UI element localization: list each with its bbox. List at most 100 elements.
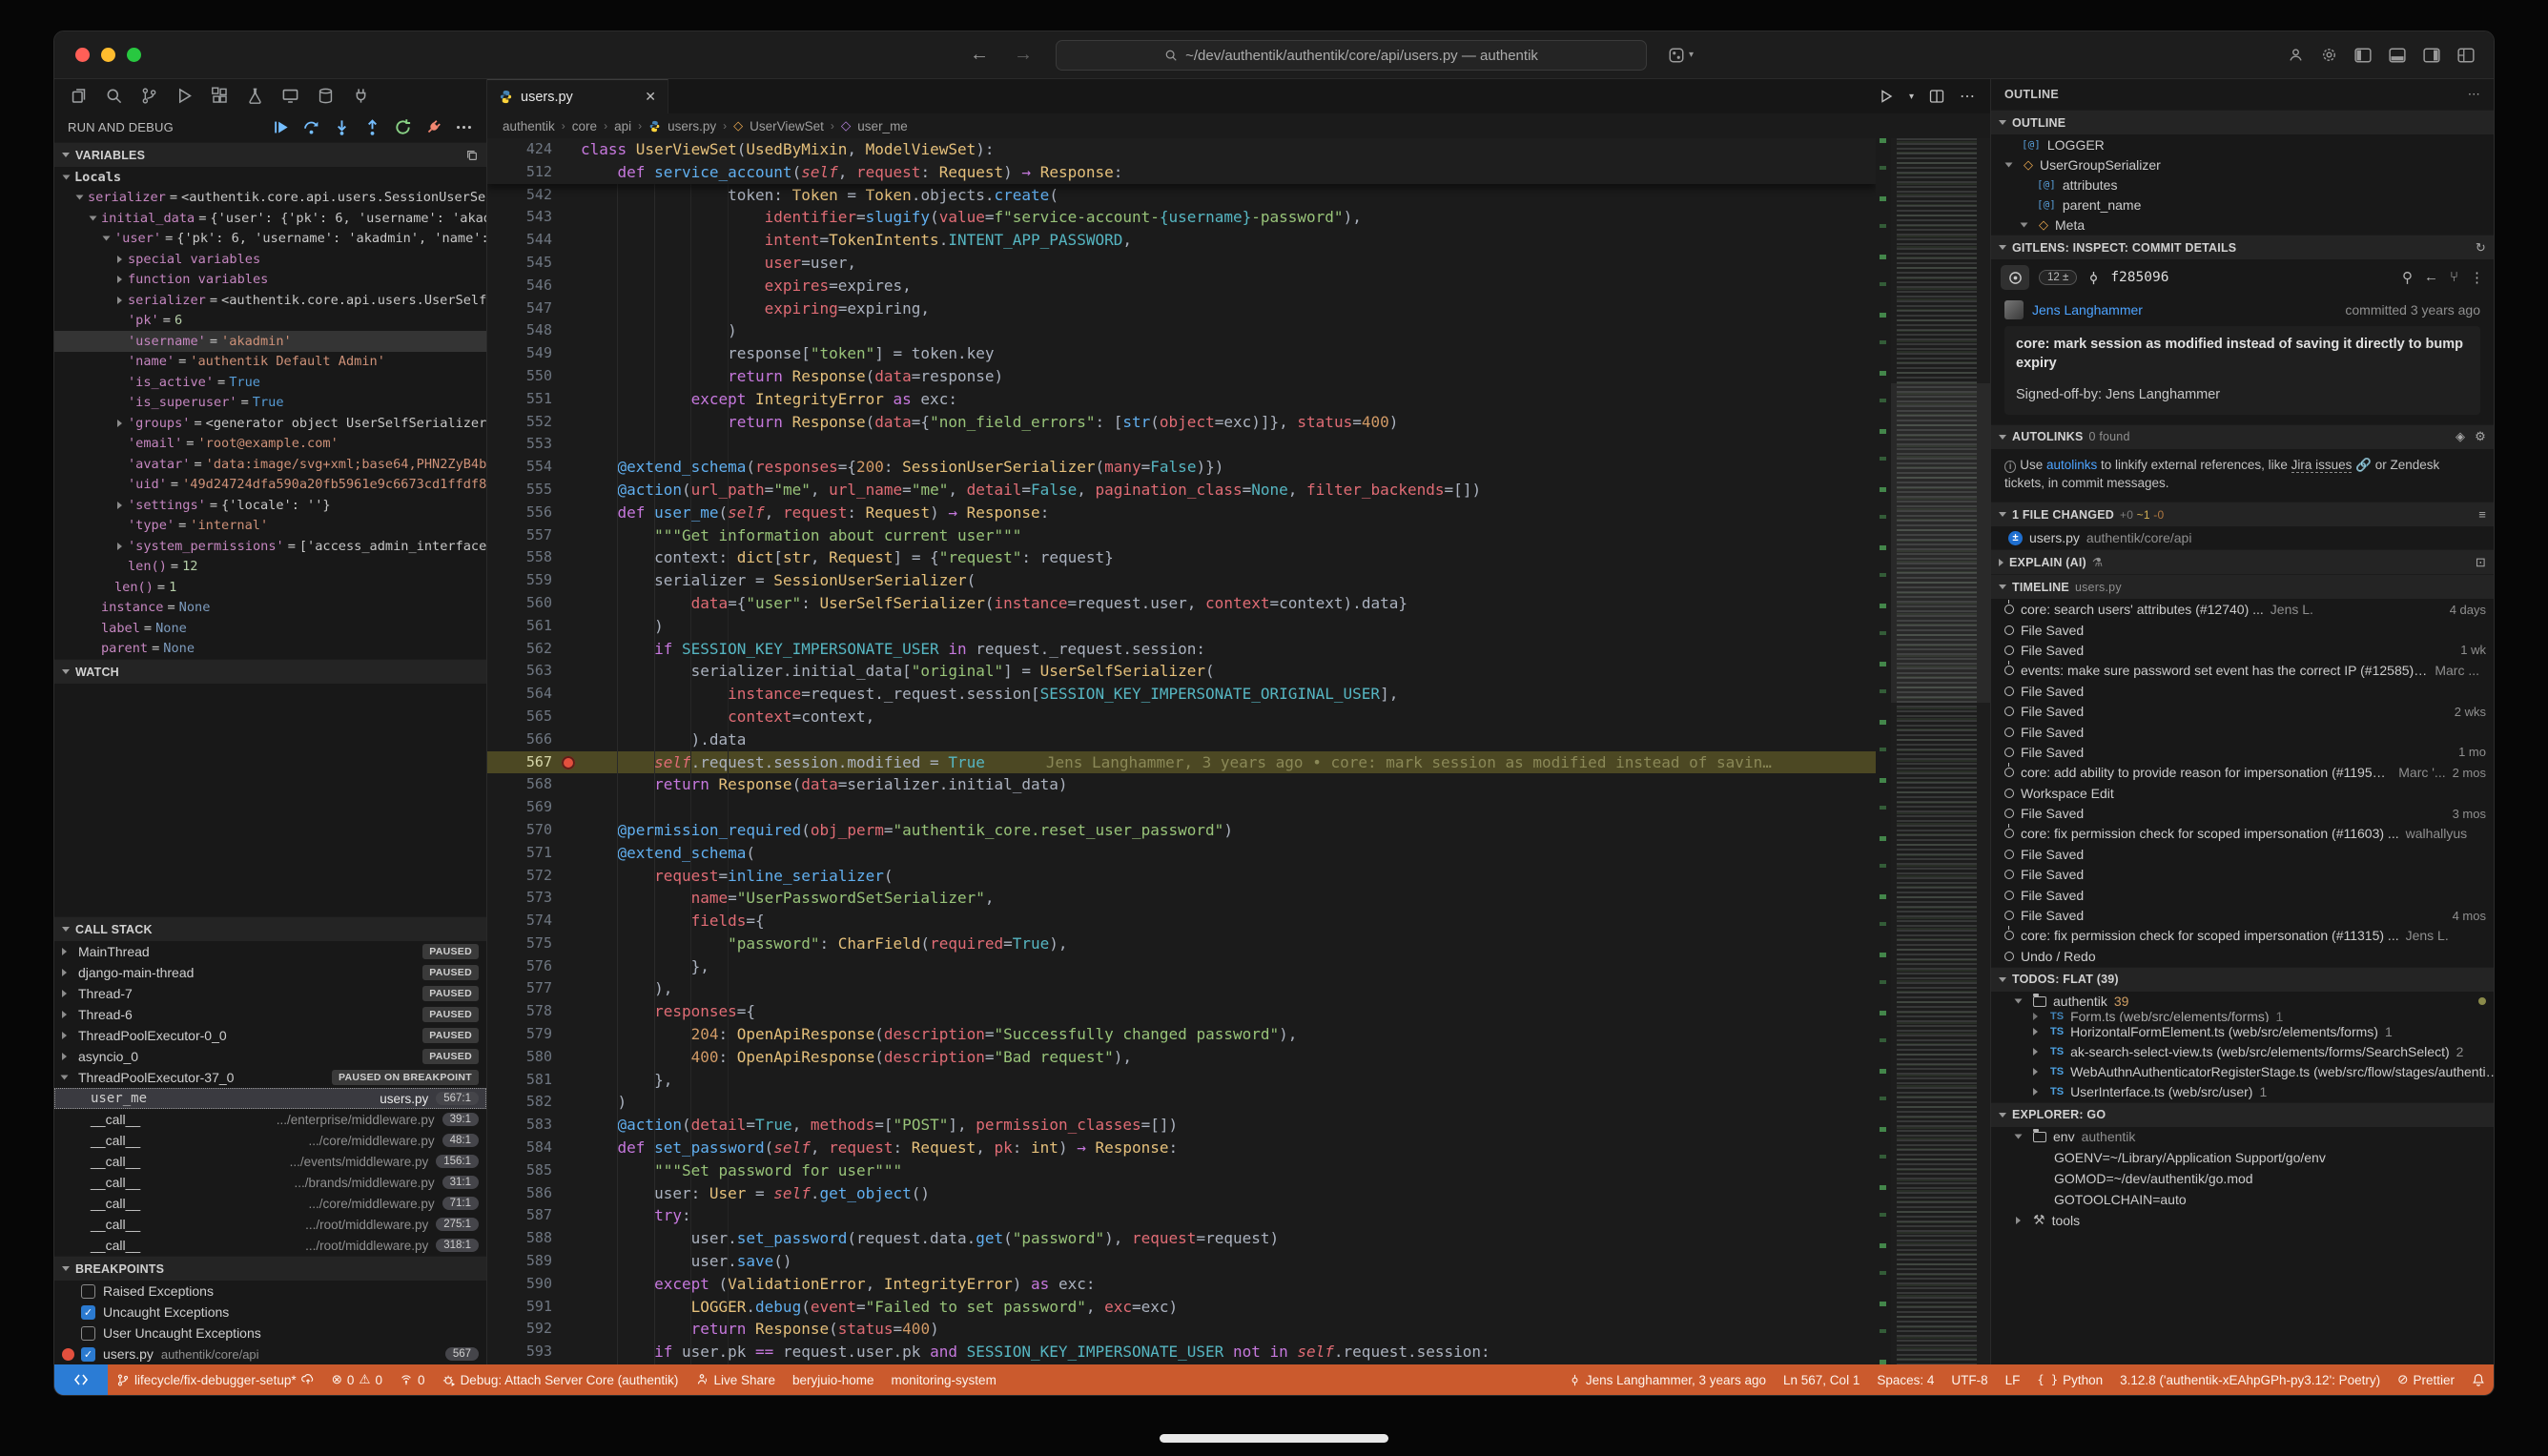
timeline-item[interactable]: File Saved2 wks [1991, 701, 2494, 721]
commit-sha[interactable]: f285096 [2110, 270, 2168, 285]
todos-file-row[interactable]: TSHorizontalFormElement.ts (web/src/elem… [1991, 1022, 2494, 1042]
timeline-item[interactable]: File Saved [1991, 620, 2494, 640]
expand-chevron-icon[interactable] [2015, 1135, 2023, 1139]
toggle-primary-sidebar-icon[interactable] [2354, 48, 2372, 63]
cursor-position-status[interactable]: Ln 567, Col 1 [1775, 1364, 1868, 1395]
timeline-item[interactable]: Workspace Edit [1991, 783, 2494, 803]
gutter[interactable] [556, 479, 581, 502]
copy-icon[interactable] [465, 149, 479, 162]
gutter[interactable] [556, 592, 581, 615]
expand-chevron-icon[interactable] [2033, 1068, 2038, 1076]
expand-chevron-icon[interactable] [117, 502, 122, 509]
extensions-icon[interactable] [205, 83, 234, 108]
variable-row[interactable]: 'user'={'pk': 6, 'username': 'akadmin', … [54, 229, 486, 250]
commit-author-link[interactable]: Jens Langhammer [2032, 302, 2143, 318]
indentation-status[interactable]: Spaces: 4 [1868, 1364, 1942, 1395]
account-icon[interactable] [2288, 47, 2304, 63]
timeline-item[interactable]: File Saved [1991, 681, 2494, 701]
explain-ai-section-header[interactable]: EXPLAIN (AI) ⚗ ⊡ [1991, 549, 2494, 574]
settings-gear-icon[interactable] [2321, 47, 2337, 63]
blame-status[interactable]: Jens Langhammer, 3 years ago [1560, 1364, 1775, 1395]
call-stack-thread[interactable]: Thread-6PAUSED [54, 1004, 486, 1025]
remote-explorer-icon[interactable] [276, 83, 304, 108]
files-icon[interactable] [64, 83, 92, 108]
watch-section-header[interactable]: WATCH [54, 659, 486, 684]
live-share-status[interactable]: Live Share [687, 1364, 784, 1395]
todos-file-row[interactable]: TSForm.ts (web/src/elements/forms)1 [1991, 1012, 2494, 1022]
variable-row[interactable]: 'settings'={'locale': ''} [54, 495, 486, 516]
command-center-search[interactable]: ~/dev/authentik/authentik/core/api/users… [1056, 40, 1647, 71]
expand-chevron-icon[interactable] [117, 256, 122, 263]
expand-chevron-icon[interactable] [103, 236, 111, 241]
pin-icon[interactable]: ⚲ [2402, 269, 2413, 286]
timeline-item[interactable]: File Saved1 wk [1991, 640, 2494, 660]
database-icon[interactable] [311, 83, 339, 108]
timeline-item[interactable]: File Saved [1991, 885, 2494, 905]
timeline-item[interactable]: events: make sure password set event has… [1991, 661, 2494, 681]
expand-chevron-icon[interactable] [117, 420, 122, 427]
gutter[interactable] [556, 342, 581, 365]
gutter[interactable] [556, 1182, 581, 1205]
call-stack-frame[interactable]: user_meusers.py567:1 [54, 1088, 486, 1109]
timeline-item[interactable]: core: fix permission check for scoped im… [1991, 926, 2494, 946]
breadcrumb[interactable]: authentik›core›api›users.py›◇UserViewSet… [487, 113, 1990, 138]
gutter[interactable] [556, 1227, 581, 1250]
testing-icon[interactable] [240, 83, 269, 108]
gutter[interactable] [556, 706, 581, 728]
autolinks-section-header[interactable]: AUTOLINKS 0 found ◈⚙ [1991, 424, 2494, 449]
timeline-item[interactable]: core: add ability to provide reason for … [1991, 763, 2494, 783]
history-back-icon[interactable]: ← [970, 44, 989, 66]
variable-row[interactable]: 'pk'=6 [54, 311, 486, 332]
call-stack-thread[interactable]: django-main-threadPAUSED [54, 962, 486, 983]
timeline-item[interactable]: File Saved3 mos [1991, 803, 2494, 823]
gutter[interactable] [556, 1114, 581, 1137]
debug-session-status[interactable]: Debug: Attach Server Core (authentik) [434, 1364, 688, 1395]
variable-row[interactable]: serializer=<authentik.core.api.users.Use… [54, 290, 486, 311]
code-editor[interactable]: 424class UserViewSet(UsedByMixin, ModelV… [487, 138, 1876, 1364]
call-stack-thread[interactable]: MainThreadPAUSED [54, 941, 486, 962]
breakpoint-row[interactable]: User Uncaught Exceptions [54, 1323, 486, 1343]
variable-row[interactable]: initial_data={'user': {'pk': 6, 'usernam… [54, 208, 486, 229]
go-tools-row[interactable]: ⚒tools [1991, 1210, 2494, 1231]
kebab-menu-icon[interactable]: ⋮ [2470, 269, 2484, 286]
gutter[interactable] [556, 252, 581, 275]
expand-chevron-icon[interactable] [2033, 1088, 2038, 1096]
toggle-panel-icon[interactable] [2389, 48, 2406, 63]
gutter[interactable] [556, 638, 581, 661]
breadcrumb-item-UserViewSet[interactable]: UserViewSet [750, 119, 824, 133]
continue-icon[interactable] [272, 118, 290, 136]
view-as-tree-icon[interactable]: ≡ [2478, 507, 2486, 522]
variable-row[interactable]: instance=None [54, 598, 486, 619]
call-stack-frame[interactable]: __call__.../events/middleware.py156:1 [54, 1151, 486, 1172]
graph-icon[interactable]: ⑂ [2450, 269, 2458, 286]
gutter[interactable] [556, 1204, 581, 1227]
breadcrumb-item-user_me[interactable]: user_me [857, 119, 908, 133]
restart-icon[interactable] [394, 118, 412, 136]
gutter[interactable] [556, 524, 581, 547]
gutter[interactable] [556, 161, 581, 184]
todos-root-row[interactable]: authentik39 [1991, 992, 2494, 1012]
back-icon[interactable]: ← [2424, 269, 2438, 286]
timeline-item[interactable]: core: fix permission check for scoped im… [1991, 824, 2494, 844]
editor-more-actions-icon[interactable]: ⋯ [1960, 87, 1975, 106]
customize-layout-icon[interactable] [2457, 48, 2475, 63]
outline-item[interactable]: [@]attributes [1991, 174, 2494, 195]
variable-row[interactable]: 'system_permissions'=['access_admin_inte… [54, 536, 486, 557]
expand-chevron-icon[interactable] [62, 1011, 67, 1018]
panel-more-actions-icon[interactable]: ⋯ [2468, 87, 2480, 102]
variable-row[interactable]: special variables [54, 249, 486, 270]
timeline-item[interactable]: core: search users' attributes (#12740) … [1991, 599, 2494, 619]
go-env-var-row[interactable]: GOMOD=~/dev/authentik/go.mod [1991, 1168, 2494, 1189]
breadcrumb-item-authentik[interactable]: authentik [503, 119, 555, 133]
expand-chevron-icon[interactable] [117, 276, 122, 283]
variable-row[interactable]: 'is_active'=True [54, 372, 486, 393]
gutter[interactable] [556, 683, 581, 706]
timeline-section-header[interactable]: TIMELINE users.py [1991, 574, 2494, 599]
call-stack-frame[interactable]: __call__.../brands/middleware.py31:1 [54, 1172, 486, 1193]
gutter[interactable] [556, 206, 581, 229]
split-editor-icon[interactable] [1929, 89, 1944, 104]
tab-users-py[interactable]: users.py ✕ [487, 79, 668, 113]
changed-file-row[interactable]: ± users.py authentik/core/api [1991, 526, 2494, 549]
breadcrumb-item-userspy[interactable]: users.py [668, 119, 716, 133]
gutter[interactable] [556, 728, 581, 751]
